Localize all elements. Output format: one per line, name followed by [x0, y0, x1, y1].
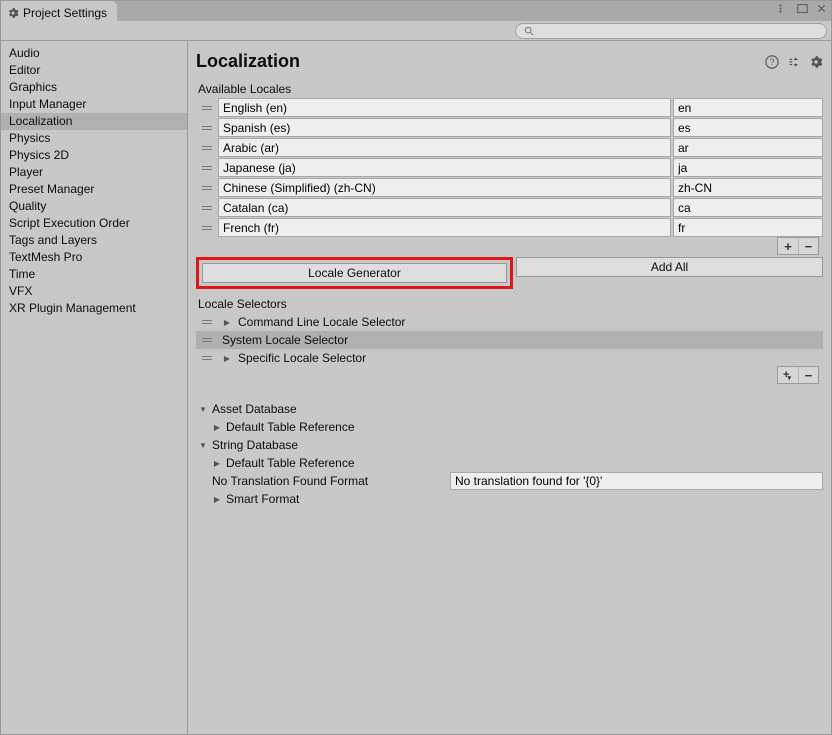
tab-project-settings[interactable]: Project Settings [1, 1, 117, 21]
drag-handle-icon[interactable] [196, 98, 218, 117]
selector-row[interactable]: Specific Locale Selector [196, 349, 823, 367]
locale-selectors-label: Locale Selectors [196, 297, 823, 311]
locale-code-field[interactable] [673, 218, 823, 237]
locale-name-field[interactable] [218, 98, 671, 117]
sidebar-item-xr-plugin-management[interactable]: XR Plugin Management [1, 300, 187, 317]
locale-generator-button[interactable]: Locale Generator [202, 263, 507, 283]
drag-handle-icon[interactable] [196, 320, 218, 324]
asset-db-label: Asset Database [212, 402, 297, 416]
remove-selector-button[interactable]: − [798, 367, 818, 383]
default-table-ref-label-2: Default Table Reference [226, 456, 355, 470]
locale-name-field[interactable] [218, 218, 671, 237]
locale-code-field[interactable] [673, 158, 823, 177]
locale-name-field[interactable] [218, 138, 671, 157]
locale-code-field[interactable] [673, 138, 823, 157]
sidebar-item-graphics[interactable]: Graphics [1, 79, 187, 96]
sidebar-item-localization[interactable]: Localization [1, 113, 187, 130]
locale-name-field[interactable] [218, 198, 671, 217]
default-table-ref-expander-2[interactable] [212, 458, 222, 468]
sidebar-item-audio[interactable]: Audio [1, 45, 187, 62]
sidebar-item-input-manager[interactable]: Input Manager [1, 96, 187, 113]
tab-bar: Project Settings [1, 1, 831, 21]
string-db-label: String Database [212, 438, 298, 452]
sidebar-item-time[interactable]: Time [1, 266, 187, 283]
add-all-button[interactable]: Add All [516, 257, 823, 277]
add-selector-button[interactable]: +▾ [778, 367, 798, 383]
selector-list: Command Line Locale Selector System Local… [196, 313, 823, 367]
selector-label: Specific Locale Selector [238, 351, 366, 365]
asset-db-expander[interactable] [198, 404, 208, 414]
sidebar-item-script-execution-order[interactable]: Script Execution Order [1, 215, 187, 232]
drag-handle-icon[interactable] [196, 218, 218, 237]
locale-row [196, 138, 823, 157]
sidebar-item-editor[interactable]: Editor [1, 62, 187, 79]
no-translation-label: No Translation Found Format [212, 474, 448, 488]
svg-text:?: ? [770, 57, 775, 67]
locale-row [196, 198, 823, 217]
options-icon[interactable] [778, 3, 789, 14]
locale-code-field[interactable] [673, 178, 823, 197]
locale-name-field[interactable] [218, 178, 671, 197]
drag-handle-icon[interactable] [196, 138, 218, 157]
add-locale-button[interactable]: + [778, 238, 798, 254]
page-title: Localization [196, 51, 300, 72]
locale-list [196, 98, 823, 238]
drag-handle-icon[interactable] [196, 356, 218, 360]
gear-icon[interactable] [809, 55, 823, 69]
sidebar: AudioEditorGraphicsInput ManagerLocaliza… [1, 41, 188, 734]
locale-row [196, 218, 823, 237]
locale-row [196, 178, 823, 197]
locale-code-field[interactable] [673, 98, 823, 117]
tab-label: Project Settings [23, 6, 107, 20]
preset-icon[interactable] [787, 55, 801, 69]
locale-code-field[interactable] [673, 198, 823, 217]
sidebar-item-textmesh-pro[interactable]: TextMesh Pro [1, 249, 187, 266]
available-locales-label: Available Locales [196, 82, 823, 96]
help-icon[interactable]: ? [765, 55, 779, 69]
maximize-icon[interactable] [797, 3, 808, 14]
locale-name-field[interactable] [218, 158, 671, 177]
locale-row [196, 158, 823, 177]
default-table-ref-expander[interactable] [212, 422, 222, 432]
locale-row [196, 118, 823, 137]
selector-label: System Locale Selector [222, 333, 348, 347]
search-icon [524, 26, 534, 36]
expander-icon[interactable] [222, 317, 232, 327]
sidebar-item-physics[interactable]: Physics [1, 130, 187, 147]
drag-handle-icon[interactable] [196, 158, 218, 177]
highlight-box: Locale Generator [196, 257, 513, 289]
search-input[interactable] [515, 23, 827, 39]
no-translation-input[interactable] [450, 472, 823, 490]
sidebar-item-preset-manager[interactable]: Preset Manager [1, 181, 187, 198]
drag-handle-icon[interactable] [196, 178, 218, 197]
sidebar-item-vfx[interactable]: VFX [1, 283, 187, 300]
sidebar-item-tags-and-layers[interactable]: Tags and Layers [1, 232, 187, 249]
selector-row[interactable]: System Locale Selector [196, 331, 823, 349]
selector-row[interactable]: Command Line Locale Selector [196, 313, 823, 331]
smart-format-expander[interactable] [212, 494, 222, 504]
expander-icon[interactable] [222, 353, 232, 363]
main-panel: Localization ? Available Locales + − Loc… [188, 41, 831, 734]
locale-name-field[interactable] [218, 118, 671, 137]
drag-handle-icon[interactable] [196, 338, 218, 342]
locale-row [196, 98, 823, 117]
drag-handle-icon[interactable] [196, 118, 218, 137]
remove-locale-button[interactable]: − [798, 238, 818, 254]
smart-format-label: Smart Format [226, 492, 299, 506]
selector-label: Command Line Locale Selector [238, 315, 405, 329]
sidebar-item-quality[interactable]: Quality [1, 198, 187, 215]
drag-handle-icon[interactable] [196, 198, 218, 217]
gear-icon [7, 7, 19, 19]
sidebar-item-physics-2d[interactable]: Physics 2D [1, 147, 187, 164]
locale-code-field[interactable] [673, 118, 823, 137]
default-table-ref-label: Default Table Reference [226, 420, 355, 434]
sidebar-item-player[interactable]: Player [1, 164, 187, 181]
close-icon[interactable] [816, 3, 827, 14]
string-db-expander[interactable] [198, 440, 208, 450]
